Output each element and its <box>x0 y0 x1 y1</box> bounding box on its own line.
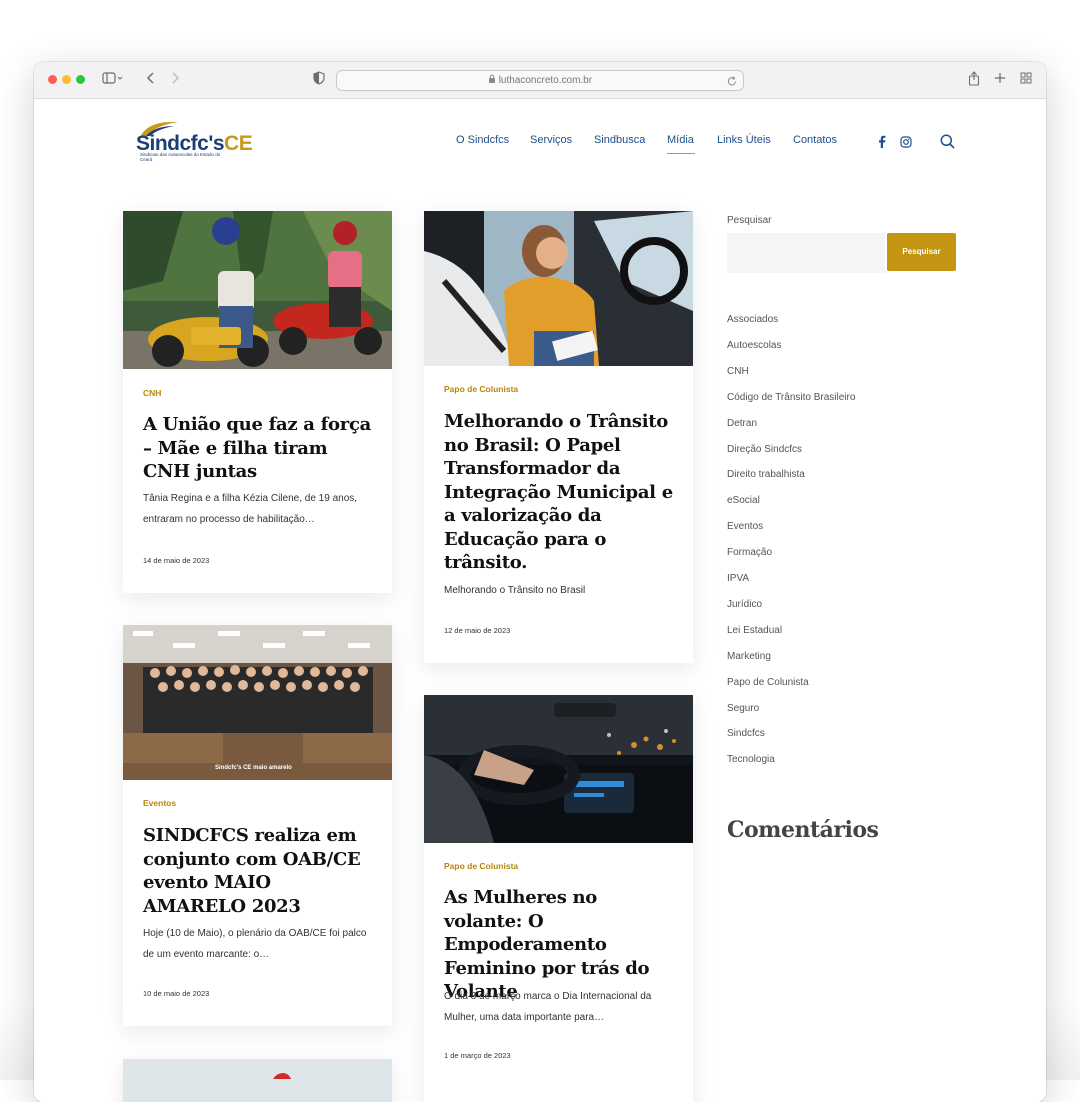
forward-icon[interactable] <box>170 71 180 90</box>
post-date: 1 de março de 2023 <box>444 1051 511 1060</box>
browser-window: luthaconcreto.com.br Sindcfc'sCE Sindica… <box>34 62 1046 1102</box>
url-text[interactable]: luthaconcreto.com.br <box>337 74 743 86</box>
category-link[interactable]: Direção Sindcfcs <box>727 444 802 455</box>
post-category[interactable]: Papo de Colunista <box>444 861 518 871</box>
post-excerpt: O dia 8 de março marca o Dia Internacion… <box>444 991 652 1023</box>
comments-heading: Comentários <box>727 817 879 843</box>
tab-overview-icon[interactable] <box>1020 71 1032 89</box>
nav-item-o-sindcfcs[interactable]: O Sindcfcs <box>456 134 509 146</box>
back-icon[interactable] <box>146 71 156 90</box>
post-title[interactable]: A União que faz a força – Mãe e filha ti… <box>143 413 378 484</box>
web-page: Sindcfc'sCE Sindicato das Autoescolas do… <box>34 99 1046 1102</box>
active-nav-indicator <box>667 153 695 154</box>
instagram-icon[interactable] <box>900 135 912 153</box>
post-category[interactable]: Eventos <box>143 798 176 808</box>
lock-icon <box>488 74 499 86</box>
post-image[interactable]: Sindcfc's CE maio amarelo <box>123 625 392 780</box>
category-link[interactable]: CNH <box>727 366 749 377</box>
post-card[interactable]: Sindcfc's CE maio amarelo Eventos SINDCF… <box>123 625 392 1026</box>
share-icon[interactable] <box>968 71 980 91</box>
category-link[interactable]: Associados <box>727 314 778 325</box>
post-title[interactable]: Melhorando o Trânsito no Brasil: O Papel… <box>444 410 679 575</box>
category-link[interactable]: eSocial <box>727 495 760 506</box>
post-category[interactable]: Papo de Colunista <box>444 384 518 394</box>
post-card[interactable]: Papo de Colunista Melhorando o Trânsito … <box>424 211 693 663</box>
post-card[interactable]: Papo de Colunista As Mulheres no volante… <box>424 695 693 1102</box>
category-link[interactable]: Direito trabalhista <box>727 469 805 480</box>
search-button[interactable]: Pesquisar <box>887 233 956 271</box>
address-bar[interactable]: luthaconcreto.com.br <box>336 70 744 91</box>
zoom-window-button[interactable] <box>76 75 85 84</box>
minimize-window-button[interactable] <box>62 75 71 84</box>
nav-item-servicos[interactable]: Serviços <box>530 134 572 146</box>
close-window-button[interactable] <box>48 75 57 84</box>
category-link[interactable]: Seguro <box>727 703 759 714</box>
post-image[interactable] <box>123 211 392 369</box>
category-link[interactable]: Lei Estadual <box>727 625 782 636</box>
post-card[interactable] <box>123 1059 392 1102</box>
logo-subtitle: Sindicato das Autoescolas do Estado do C… <box>140 152 221 162</box>
browser-toolbar: luthaconcreto.com.br <box>34 62 1046 99</box>
post-excerpt: Hoje (10 de Maio), o plenário da OAB/CE … <box>143 928 367 960</box>
post-card[interactable]: CNH A União que faz a força – Mãe e filh… <box>123 211 392 593</box>
category-link[interactable]: Eventos <box>727 521 763 532</box>
post-date: 10 de maio de 2023 <box>143 989 210 998</box>
new-tab-icon[interactable] <box>994 71 1006 89</box>
category-link[interactable]: Tecnologia <box>727 754 775 765</box>
nav-item-contatos[interactable]: Contatos <box>793 134 837 146</box>
post-image[interactable] <box>123 1059 392 1102</box>
category-link[interactable]: Autoescolas <box>727 340 781 351</box>
category-link[interactable]: Jurídico <box>727 599 762 610</box>
category-link[interactable]: Formação <box>727 547 772 558</box>
category-link[interactable]: Sindcfcs <box>727 728 765 739</box>
search-label: Pesquisar <box>727 215 772 226</box>
post-date: 14 de maio de 2023 <box>143 556 210 565</box>
image-caption: Sindcfc's CE maio amarelo <box>215 765 292 771</box>
sidebar-toggle-icon[interactable] <box>102 71 124 90</box>
post-title[interactable]: SINDCFCS realiza em conjunto com OAB/CE … <box>143 824 378 918</box>
url-label: luthaconcreto.com.br <box>498 75 593 86</box>
nav-item-links-uteis[interactable]: Links Úteis <box>717 134 771 146</box>
nav-item-sindbusca[interactable]: Sindbusca <box>594 134 645 146</box>
nav-item-midia[interactable]: Mídia <box>667 134 694 146</box>
search-icon[interactable] <box>940 134 955 154</box>
post-image[interactable] <box>424 211 693 366</box>
category-link[interactable]: Código de Trânsito Brasileiro <box>727 392 855 403</box>
facebook-icon[interactable] <box>878 135 886 153</box>
post-date: 12 de maio de 2023 <box>444 626 511 635</box>
category-link[interactable]: Detran <box>727 418 757 429</box>
category-link[interactable]: IPVA <box>727 573 749 584</box>
shield-icon[interactable] <box>313 71 325 90</box>
post-excerpt: Melhorando o Trânsito no Brasil <box>444 585 586 596</box>
reload-icon[interactable] <box>727 74 737 92</box>
search-input[interactable] <box>727 233 885 273</box>
post-image[interactable] <box>424 695 693 843</box>
post-category[interactable]: CNH <box>143 388 161 398</box>
category-link[interactable]: Marketing <box>727 651 771 662</box>
site-logo[interactable]: Sindcfc'sCE Sindicato das Autoescolas do… <box>136 119 266 169</box>
category-link[interactable]: Papo de Colunista <box>727 677 809 688</box>
post-excerpt: Tânia Regina e a filha Kézia Cilene, de … <box>143 493 358 525</box>
